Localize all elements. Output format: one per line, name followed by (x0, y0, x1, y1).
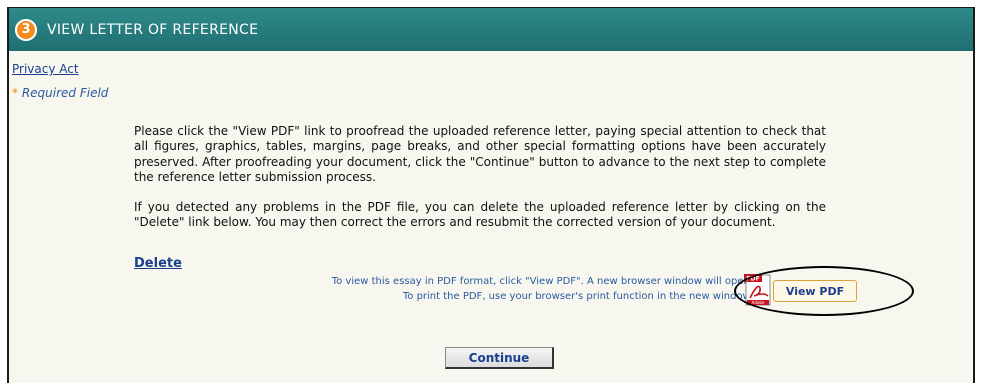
privacy-act-link[interactable]: Privacy Act (12, 62, 79, 76)
delete-link[interactable]: Delete (134, 256, 182, 271)
required-field-note: * Required Field (12, 86, 108, 100)
view-pdf-button[interactable]: View PDF (773, 280, 857, 302)
step-number: 3 (17, 20, 35, 39)
required-marker: * (12, 86, 18, 100)
reference-letter-panel: 3 VIEW LETTER OF REFERENCE Privacy Act *… (7, 7, 975, 383)
pdf-hint-line-1: To view this essay in PDF format, click … (331, 276, 753, 287)
step-number-badge: 3 (15, 18, 37, 41)
pdf-hint-line-2: To print the PDF, use your browser's pri… (402, 291, 753, 302)
content-area: Privacy Act * Required Field Please clic… (9, 51, 973, 383)
pdf-badge-label: PDF (746, 276, 759, 283)
instructions-paragraph-2: If you detected any problems in the PDF … (134, 200, 826, 230)
instructions-paragraph-1: Please click the "View PDF" link to proo… (134, 124, 826, 185)
continue-button[interactable]: Continue (445, 347, 554, 369)
required-field-label: Required Field (21, 86, 109, 100)
section-header: 3 VIEW LETTER OF REFERENCE (9, 8, 973, 51)
section-title: VIEW LETTER OF REFERENCE (47, 21, 259, 38)
adobe-pdf-icon[interactable]: PDF Adobe (744, 274, 772, 306)
pdf-badge-brand: Adobe (752, 300, 765, 305)
